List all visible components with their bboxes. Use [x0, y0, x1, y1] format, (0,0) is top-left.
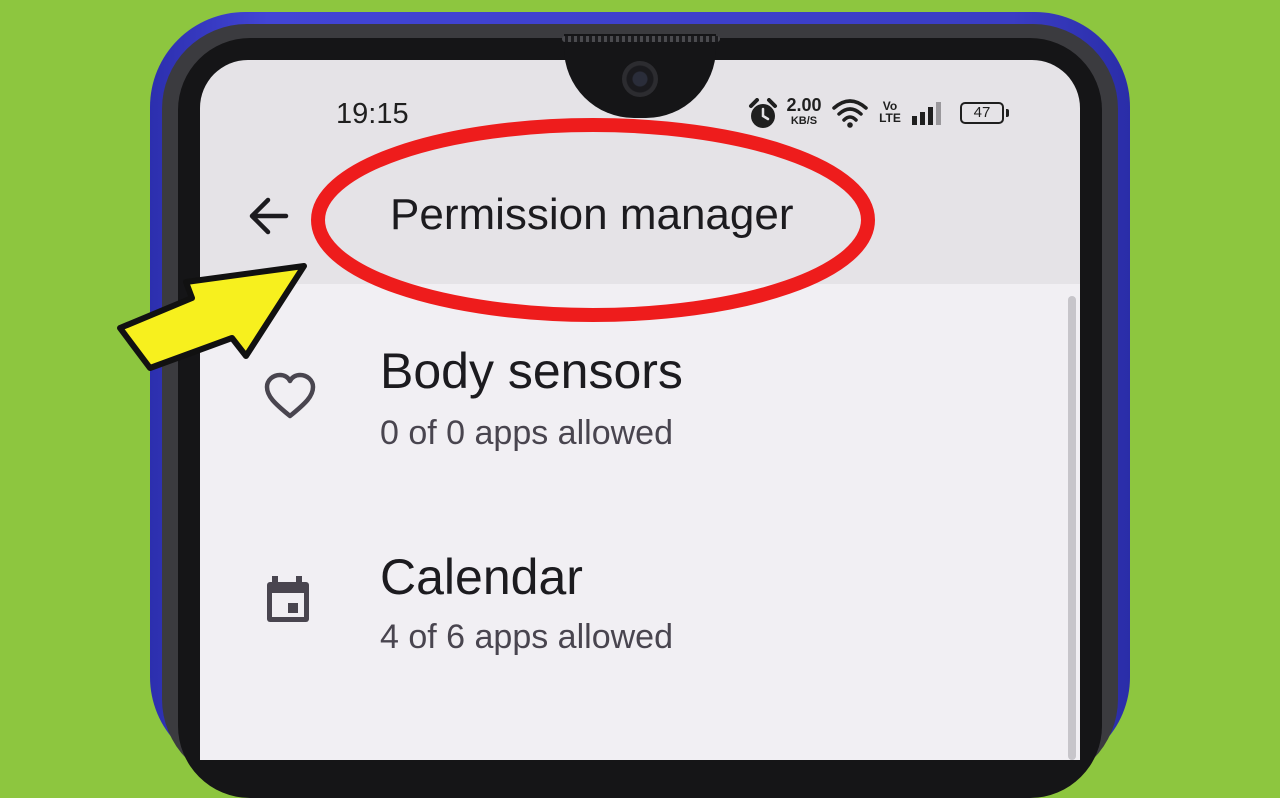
- permission-list: Body sensors 0 of 0 apps allowed Calenda…: [200, 284, 1080, 760]
- volte-indicator: Vo LTE: [879, 99, 901, 125]
- scrollbar[interactable]: [1068, 296, 1076, 760]
- list-item-subtitle: 4 of 6 apps allowed: [380, 618, 673, 656]
- earpiece-speaker: [562, 36, 720, 42]
- front-camera: [622, 61, 658, 97]
- list-item-subtitle: 0 of 0 apps allowed: [380, 414, 673, 452]
- arrow-back-icon[interactable]: [246, 194, 292, 243]
- calendar-icon: [262, 574, 314, 631]
- list-item-title: Body sensors: [380, 343, 683, 399]
- list-item-title: Calendar: [380, 549, 583, 605]
- highlight-ellipse: [310, 118, 880, 331]
- battery-tip: [1006, 109, 1009, 117]
- battery-icon: 47: [960, 102, 1004, 124]
- signal-icon: [912, 102, 944, 131]
- list-item-calendar[interactable]: Calendar 4 of 6 apps allowed: [200, 494, 1060, 674]
- pointer-arrow-icon: [112, 258, 312, 383]
